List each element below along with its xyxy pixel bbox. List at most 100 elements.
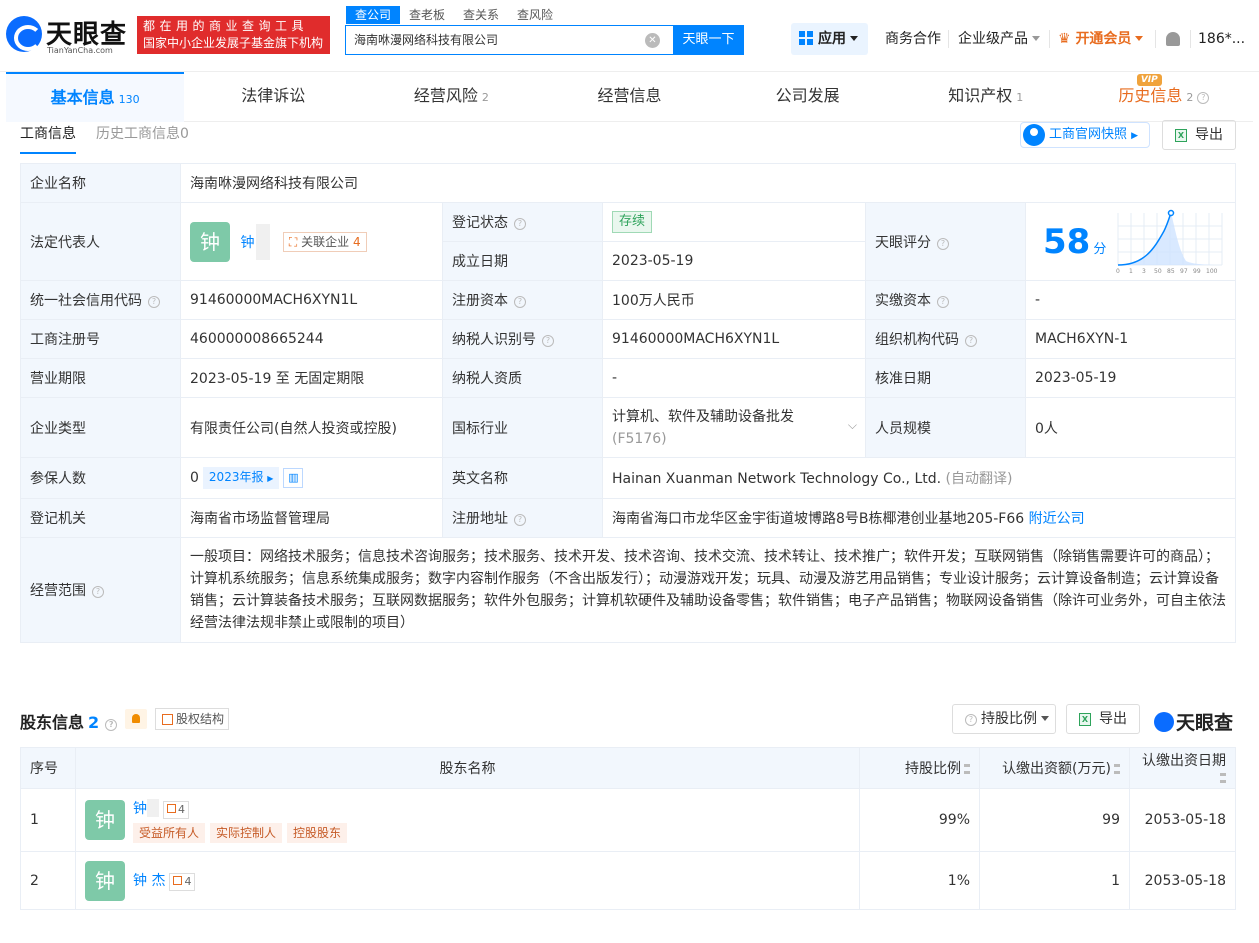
english-name-key: 英文名称 <box>442 457 603 499</box>
legal-rep-cell: 钟 钟 ⛶ 关联企业 4 <box>180 202 443 281</box>
help-icon[interactable]: ? <box>92 586 104 598</box>
shareholder-name[interactable]: 钟 杰 <box>133 873 165 889</box>
export-button[interactable]: X 导出 <box>1162 120 1236 150</box>
col-date-label: 认缴出资日期 <box>1142 753 1226 769</box>
tab-operation[interactable]: 经营信息 <box>540 72 718 122</box>
bell-icon[interactable] <box>1166 32 1180 46</box>
search-input[interactable]: 海南咻漫网络科技有限公司 ✕ <box>345 25 675 55</box>
chevron-down-icon[interactable]: ⌵ <box>848 414 857 436</box>
industry-value[interactable]: 计算机、软件及辅助设备批发 (F5176) ⌵ <box>602 397 866 458</box>
score-value: 58 分 <box>1043 222 1106 262</box>
ratio-filter-button[interactable]: ? 持股比例 <box>952 704 1056 734</box>
legal-rep-name[interactable]: 钟 <box>240 232 254 252</box>
capital-key: 注册资本? <box>442 280 603 320</box>
col-ratio[interactable]: 持股比例 <box>859 747 980 789</box>
address-cell: 海南省海口市龙华区金宇街道坡博路8号B栋椰港创业基地205-F66 附近公司 <box>602 498 1236 538</box>
help-icon[interactable]: ? <box>1197 92 1210 104</box>
logo-mark-icon <box>1154 712 1174 732</box>
sort-icon <box>1114 764 1120 774</box>
chevron-down-icon <box>1135 36 1144 41</box>
logo-mark-icon <box>6 16 42 52</box>
help-icon[interactable]: ? <box>965 335 977 347</box>
snapshot-button[interactable]: 工商官网快照 ▶ <box>1020 122 1150 148</box>
excel-icon: X <box>1079 713 1091 726</box>
col-date[interactable]: 认缴出资日期 <box>1129 747 1236 789</box>
nav-vip[interactable]: ♛ 开通会员 <box>1058 23 1144 55</box>
help-icon[interactable]: ? <box>514 218 526 230</box>
role-tag: 受益所有人 <box>133 822 206 843</box>
app-menu-button[interactable]: 应用 <box>791 23 868 55</box>
found-date-value: 2023-05-19 <box>602 241 866 281</box>
capital-label: 注册资本 <box>452 293 508 309</box>
company-type-value: 有限责任公司(自然人投资或控股) <box>180 397 443 458</box>
annual-report-tag[interactable]: 2023年报 ▶ <box>202 467 280 489</box>
tianyancha-logo[interactable]: 天眼查 TianYanCha.com <box>6 14 130 58</box>
tab-label: 历史信息 <box>1118 86 1183 105</box>
score-curve-chart: 0 1 3 50 85 97 99 100 <box>1116 209 1223 275</box>
shareholders-title-label: 股东信息 <box>20 713 85 732</box>
tab-history[interactable]: VIP 历史信息 2? <box>1075 72 1253 122</box>
reg-status-value: 存续 <box>602 202 866 242</box>
caret-right-icon: ▶ <box>1131 131 1139 141</box>
subtab-history-info[interactable]: 历史工商信息0 <box>96 124 189 154</box>
bell-icon[interactable] <box>125 709 147 729</box>
shareholders-export-button[interactable]: X 导出 <box>1066 704 1140 734</box>
col-ratio-label: 持股比例 <box>905 761 961 777</box>
divider <box>1190 30 1191 48</box>
caret-right-icon: ▶ <box>267 474 274 483</box>
brand-name: 天眼查 <box>1176 712 1234 734</box>
help-icon[interactable]: ? <box>542 335 554 347</box>
insured-key: 参保人数 <box>20 457 181 499</box>
annual-report-label: 2023年报 <box>208 470 264 484</box>
related-companies-tag[interactable]: ⛶ 关联企业 4 <box>282 231 367 252</box>
tab-legal[interactable]: 法律诉讼 <box>184 72 362 122</box>
score-tick: 1 <box>1129 268 1133 275</box>
nav-enterprise[interactable]: 企业级产品 <box>958 23 1040 55</box>
score-cell[interactable]: 58 分 0 1 3 50 85 97 99 100 <box>1025 202 1236 281</box>
legal-rep-key: 法定代表人 <box>20 202 181 281</box>
col-amount[interactable]: 认缴出资额(万元) <box>979 747 1130 789</box>
status-badge: 存续 <box>612 211 653 233</box>
slogan-banner: 都在用的商业查询工具 国家中小企业发展子基金旗下机构 <box>137 16 330 54</box>
search-tab-risk[interactable]: 查风险 <box>508 6 562 24</box>
shareholders-table: 序号 股东名称 持股比例 认缴出资额(万元) 认缴出资日期 1 钟 钟4 受益所… <box>20 747 1236 910</box>
related-count-tag[interactable]: 4 <box>163 800 189 819</box>
help-icon[interactable]: ? <box>105 719 118 731</box>
equity-structure-button[interactable]: 股权结构 <box>155 708 229 730</box>
help-icon[interactable]: ? <box>937 237 949 250</box>
user-menu[interactable]: 186*... <box>1198 23 1245 55</box>
tab-count: 1 <box>1016 91 1024 104</box>
building-icon[interactable]: ▥ <box>283 468 304 488</box>
col-name: 股东名称 <box>75 747 860 789</box>
search-tab-boss[interactable]: 查老板 <box>400 6 454 24</box>
score-tick: 85 <box>1167 268 1175 275</box>
help-icon[interactable]: ? <box>937 296 949 308</box>
related-count-tag[interactable]: 4 <box>169 873 196 891</box>
help-icon[interactable]: ? <box>514 296 526 308</box>
nav-enterprise-label: 企业级产品 <box>958 31 1028 47</box>
chevron-down-icon <box>1032 36 1040 41</box>
tab-basic-info[interactable]: 基本信息 130 <box>6 72 185 122</box>
tax-id-value: 91460000MACH6XYN1L <box>602 319 866 359</box>
help-icon[interactable]: ? <box>148 296 160 308</box>
clear-icon[interactable]: ✕ <box>645 33 660 48</box>
shareholders-title: 股东信息 2? <box>20 709 118 733</box>
row-no: 1 <box>20 788 76 852</box>
search-tab-company[interactable]: 查公司 <box>346 6 401 24</box>
subtab-business-info[interactable]: 工商信息 <box>20 124 76 154</box>
tab-ip[interactable]: 知识产权 1 <box>897 72 1075 122</box>
staff-size-value: 0人 <box>1025 397 1236 458</box>
search-tab-relation[interactable]: 查关系 <box>454 6 508 24</box>
search-button[interactable]: 天眼一下 <box>673 25 744 55</box>
score-tick: 100 <box>1206 268 1218 275</box>
tab-development[interactable]: 公司发展 <box>719 72 897 122</box>
main-tabs: 基本信息 130 法律诉讼 经营风险 2 经营信息 公司发展 知识产权 1 VIP 历史… <box>6 72 1253 122</box>
shareholder-name[interactable]: 钟 <box>133 801 147 817</box>
insured-value: 0 <box>190 470 199 486</box>
help-icon[interactable]: ? <box>514 514 526 526</box>
tab-risk[interactable]: 经营风险 2 <box>362 72 540 122</box>
nearby-companies-link[interactable]: 附近公司 <box>1029 511 1085 527</box>
nav-business[interactable]: 商务合作 <box>885 23 941 55</box>
business-info-table: 企业名称 海南咻漫网络科技有限公司 法定代表人 钟 钟 ⛶ 关联企业 4 登记状… <box>20 163 1236 643</box>
industry-key: 国标行业 <box>442 397 603 458</box>
